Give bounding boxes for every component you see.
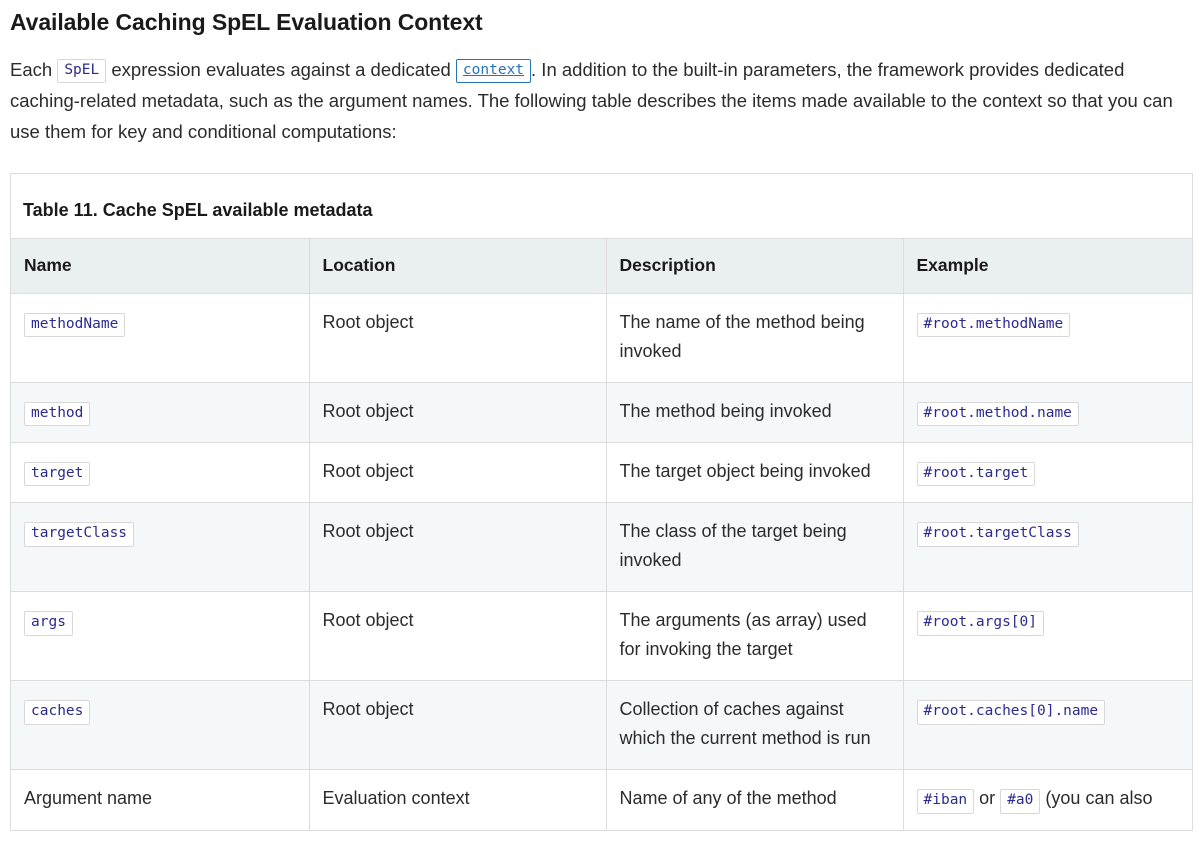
name-code-chip: target <box>24 462 91 487</box>
cell-example: #root.targetClass <box>903 502 1192 593</box>
table-row: method Root object The method being invo… <box>11 382 1192 444</box>
cell-location: Root object <box>309 442 607 504</box>
table-head: Name Location Description Example <box>11 237 1192 294</box>
metadata-table-block: Table 11. Cache SpEL available metadata … <box>10 172 1193 831</box>
example-code-chip: #iban <box>916 789 975 814</box>
example-code-chip-secondary: #a0 <box>1000 789 1041 814</box>
column-header-example: Example <box>903 237 1192 294</box>
cell-location: Root object <box>309 680 607 771</box>
example-code-chip: #root.caches[0].name <box>916 700 1106 725</box>
page-title: Available Caching SpEL Evaluation Contex… <box>10 9 483 35</box>
cell-description: The class of the target being invoked <box>606 502 904 593</box>
cell-description: The name of the method being invoked <box>606 293 904 383</box>
table-caption: Table 11. Cache SpEL available metadata <box>23 199 373 220</box>
intro-text-part-2: expression evaluates against a dedicated <box>111 58 451 80</box>
cell-location: Root object <box>309 502 607 593</box>
cell-name: target <box>11 442 310 504</box>
example-code-chip: #root.methodName <box>916 312 1071 338</box>
cell-example: #root.methodName <box>903 293 1192 383</box>
name-code-chip: methodName <box>24 312 126 338</box>
example-code-chip: #root.method.name <box>916 401 1079 427</box>
example-code-chip: #root.args[0] <box>916 611 1044 636</box>
example-code-chip: #root.target <box>916 462 1036 487</box>
table-row: args Root object The arguments (as array… <box>11 591 1192 682</box>
cell-description: Name of any of the method <box>606 769 904 831</box>
cell-example: #root.args[0] <box>903 591 1192 682</box>
intro-paragraph: Each SpEL expression evaluates against a… <box>10 54 1190 147</box>
cell-description: Collection of caches against which the c… <box>606 680 904 771</box>
cell-location: Root object <box>309 382 607 444</box>
column-header-name: Name <box>11 237 310 294</box>
spel-code-chip: SpEL <box>57 58 107 84</box>
cell-name: Argument name <box>11 769 310 831</box>
cell-name: targetClass <box>11 502 310 593</box>
cell-description: The target object being invoked <box>606 442 904 504</box>
cell-location: Root object <box>309 591 607 682</box>
cache-spel-metadata-table: Name Location Description Example method… <box>11 237 1192 831</box>
cell-example: #root.caches[0].name <box>903 680 1192 771</box>
name-code-chip: method <box>24 401 91 427</box>
cell-name: args <box>11 591 310 682</box>
column-header-location: Location <box>309 237 607 294</box>
cell-description: The arguments (as array) used for invoki… <box>606 591 904 682</box>
table-row: methodName Root object The name of the m… <box>11 293 1192 383</box>
cell-example: #root.target <box>903 442 1192 504</box>
cell-example: #iban or #a0 (you can also <box>903 769 1192 831</box>
example-code-chip: #root.targetClass <box>916 522 1079 547</box>
table-row: caches Root object Collection of caches … <box>11 680 1192 771</box>
table-row: Argument name Evaluation context Name of… <box>11 769 1192 831</box>
name-code-chip: args <box>24 611 73 636</box>
name-code-chip: targetClass <box>24 522 135 547</box>
table-header-row: Name Location Description Example <box>11 237 1192 294</box>
documentation-page: Available Caching SpEL Evaluation Contex… <box>0 0 1203 865</box>
example-extra-text: (you can also <box>1045 788 1153 809</box>
table-row: target Root object The target object bei… <box>11 442 1192 504</box>
table-body: methodName Root object The name of the m… <box>11 293 1192 831</box>
intro-text-part-1: Each <box>10 58 53 80</box>
cell-name: methodName <box>11 293 310 383</box>
cell-example: #root.method.name <box>903 382 1192 444</box>
name-code-chip: caches <box>24 700 91 725</box>
cell-name: caches <box>11 680 310 771</box>
cell-location: Root object <box>309 293 607 383</box>
cell-name: method <box>11 382 310 444</box>
context-link-chip[interactable]: context <box>455 58 532 84</box>
cell-description: The method being invoked <box>606 382 904 444</box>
cell-location: Evaluation context <box>309 769 607 831</box>
example-conjunction: or <box>979 788 996 809</box>
column-header-description: Description <box>606 237 904 294</box>
table-row: targetClass Root object The class of the… <box>11 502 1192 593</box>
